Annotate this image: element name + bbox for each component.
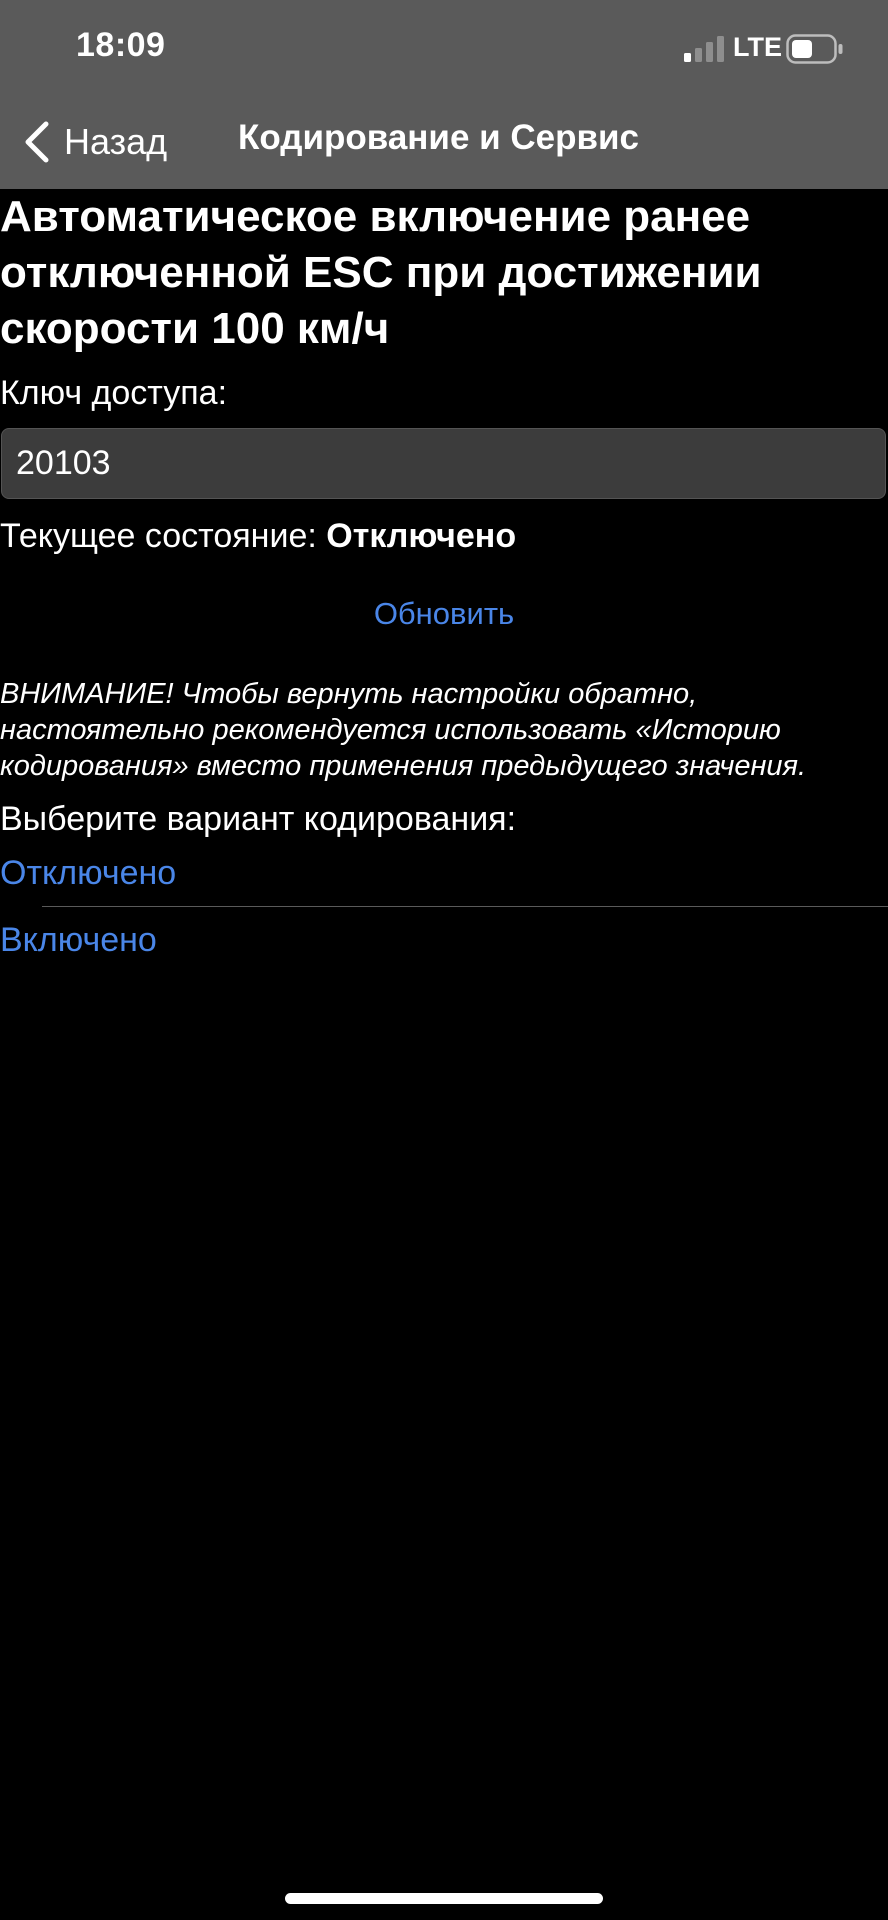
back-label: Назад (64, 121, 168, 162)
access-key-field[interactable] (1, 428, 886, 499)
access-key-input[interactable] (16, 429, 866, 498)
top-bar: 18:09 LTE Назад Кодирование и Сервис (0, 0, 888, 189)
option-disabled[interactable]: Отключено (0, 854, 176, 893)
signal-bars-icon (684, 36, 724, 62)
choose-option-label: Выберите вариант кодирования: (0, 800, 517, 838)
back-button[interactable]: Назад (22, 114, 167, 170)
refresh-button[interactable]: Обновить (0, 596, 888, 632)
status-time: 18:09 (76, 26, 166, 64)
battery-icon (786, 34, 843, 64)
home-indicator[interactable] (285, 1893, 603, 1904)
option-divider (42, 906, 888, 907)
access-key-label: Ключ доступа: (0, 374, 228, 412)
nav-title: Кодирование и Сервис (238, 118, 639, 157)
option-enabled[interactable]: Включено (0, 921, 157, 960)
current-state-label: Текущее состояние: (0, 517, 327, 555)
warning-text: ВНИМАНИЕ! Чтобы вернуть настройки обратн… (0, 678, 807, 782)
carrier-label: LTE (733, 32, 782, 62)
chevron-left-icon (25, 121, 49, 163)
current-state: Текущее состояние: Отключено (0, 517, 516, 556)
page-title: Автоматическое включение ранее отключенн… (0, 192, 762, 353)
current-state-value: Отключено (326, 517, 517, 555)
